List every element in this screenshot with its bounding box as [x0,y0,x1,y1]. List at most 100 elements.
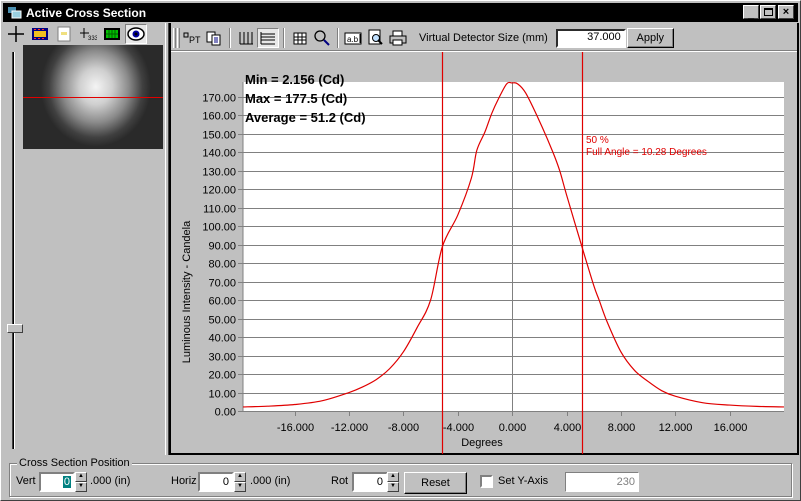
spin-down-icon[interactable]: ▼ [75,482,87,492]
vertical-grid-icon [239,32,253,45]
table-grid-button[interactable] [289,28,311,48]
virtual-detector-size-input[interactable]: 37.000 [555,28,626,48]
text-label-icon: a.b [344,32,362,45]
frame-tool-button[interactable] [53,24,75,44]
x-tick-label: 12.000 [659,422,693,434]
svg-text:333: 333 [88,36,97,42]
y-tick-label: 120.00 [202,185,236,197]
vert-spinner[interactable]: ▲ ▼ [75,472,87,492]
stat-annotation: Max = 177.5 (Cd) [245,91,347,106]
x-tick-label: 16.000 [714,422,748,434]
horiz-unit: .000 (in) [250,475,291,487]
y-tick-label: 20.00 [208,370,236,382]
vert-input[interactable]: 0 [39,472,75,492]
svg-text:a.b: a.b [347,35,359,44]
virtual-detector-size-label: Virtual Detector Size (mm) [419,32,548,44]
plot-area [243,82,784,411]
rot-spinner[interactable]: ▲ ▼ [387,472,399,492]
close-icon: × [782,5,790,18]
set-y-axis-label[interactable]: Set Y-Axis [498,475,548,487]
spin-up-icon[interactable]: ▲ [75,472,87,482]
horizontal-grid-icon [260,32,275,45]
frame-icon [57,26,71,42]
point-label-icon: PT [183,32,201,45]
left-toolbar: 333 [5,24,147,44]
vertical-position-slider-thumb[interactable] [7,324,23,333]
stat-annotation: Min = 2.156 (Cd) [245,72,344,87]
print-button[interactable] [387,28,409,48]
cross-section-line[interactable] [23,97,163,98]
y-axis-max-input[interactable]: 230 [565,472,639,492]
y-tick-label: 90.00 [208,241,236,253]
horiz-value: 0 [222,476,229,488]
app-icon [7,6,23,20]
zoom-button[interactable] [311,28,333,48]
vertical-position-slider-track[interactable] [12,52,15,449]
print-preview-button[interactable] [365,28,387,48]
spin-up-icon[interactable]: ▲ [387,472,399,482]
active-cross-section-window: Active Cross Section _ × 333 PT a.b Virt… [0,0,801,501]
horizontal-grid-button[interactable] [257,28,279,48]
y-tick-label: 170.00 [202,93,236,105]
y-tick-label: 160.00 [202,111,236,123]
green-grid-icon [104,28,120,40]
title-bar[interactable]: Active Cross Section _ × [3,3,798,22]
spin-up-icon[interactable]: ▲ [234,472,246,482]
apply-button[interactable]: Apply [626,28,674,48]
y-tick-label: 40.00 [208,333,236,345]
y-tick-label: 140.00 [202,148,236,160]
set-y-axis-checkbox[interactable] [480,475,493,488]
chart-toolbar: PT a.b Virtual Detector Size (mm) 37.000… [173,26,674,50]
close-button[interactable]: × [778,5,794,19]
view-tool-button[interactable] [125,24,147,44]
maximize-button[interactable] [760,5,776,19]
y-tick-label: 60.00 [208,296,236,308]
y-tick-label: 50.00 [208,315,236,327]
half-max-annotation: Full Angle = 10.28 Degrees [586,147,707,158]
beam-image-preview[interactable] [23,45,163,149]
spin-down-icon[interactable]: ▼ [234,482,246,492]
toolbar-grip-2 [177,28,180,48]
film-strip-tool-button[interactable] [29,24,51,44]
film-strip-icon [32,28,48,40]
y-tick-label: 80.00 [208,259,236,271]
toolbar-separator [337,28,339,48]
x-tick-label: 4.000 [554,422,582,434]
cross-section-position-label: Cross Section Position [17,457,132,469]
vert-unit: .000 (in) [90,475,131,487]
position-marker-tool-button[interactable]: 333 [77,24,99,44]
crosshair-tool-button[interactable] [5,24,27,44]
rot-input[interactable]: 0 [352,472,388,492]
toolbar-grip[interactable] [173,28,176,48]
reset-button[interactable]: Reset [404,472,467,494]
y-tick-label: 130.00 [202,167,236,179]
zoom-icon [314,30,330,46]
point-label-button[interactable]: PT [181,28,203,48]
y-tick-label: 30.00 [208,352,236,364]
vertical-grid-button[interactable] [235,28,257,48]
copy-icon [206,31,221,46]
x-tick-label: -4.000 [443,422,474,434]
cross-section-chart: 0.00 10.00 20.00 30.00 40.00 50.00 60.00 70.00 8… [181,52,785,454]
copy-button[interactable] [203,28,225,48]
print-icon [389,30,407,46]
color-map-tool-button[interactable] [101,24,123,44]
window-title: Active Cross Section [26,5,147,20]
eye-icon [127,27,145,41]
text-label-button[interactable]: a.b [343,28,365,48]
position-marker-icon: 333 [80,28,97,42]
rot-label: Rot [331,475,349,487]
x-tick-label: -16.000 [277,422,314,434]
minimize-button[interactable]: _ [743,5,759,20]
stat-annotation: Average = 51.2 (Cd) [245,110,366,125]
spin-down-icon[interactable]: ▼ [387,482,399,492]
minimize-icon: _ [747,8,755,20]
horiz-spinner[interactable]: ▲ ▼ [234,472,246,492]
horiz-label: Horiz [171,475,197,487]
y-tick-label: 110.00 [203,204,236,216]
y-tick-label: 10.00 [208,389,236,401]
x-tick-label: -12.000 [331,422,368,434]
table-grid-icon [293,32,307,45]
horiz-input[interactable]: 0 [198,472,234,492]
toolbar-separator [283,28,285,48]
